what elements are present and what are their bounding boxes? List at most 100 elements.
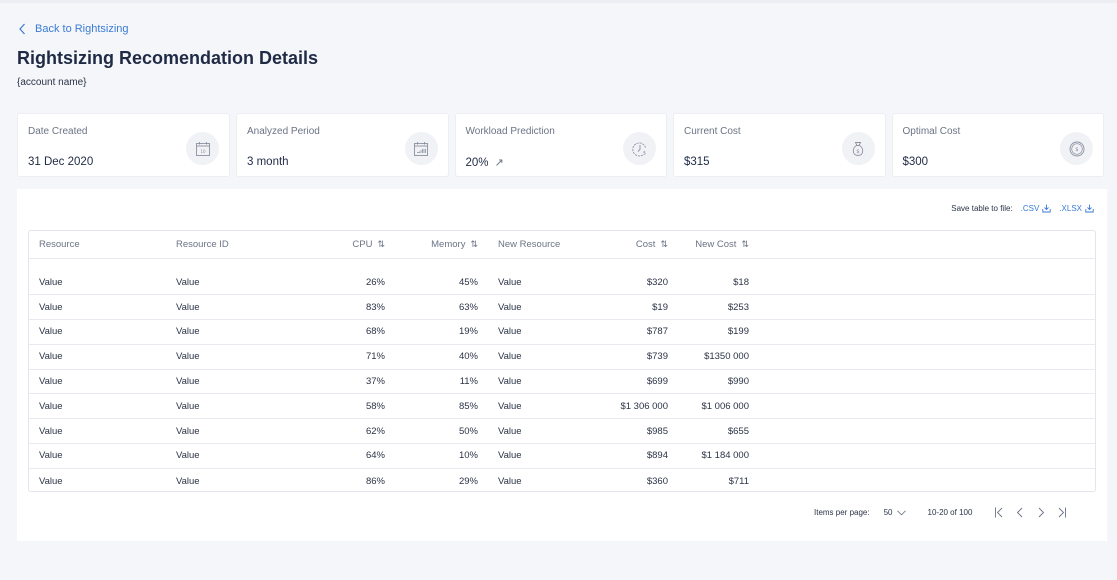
cell-new-cost: $655 — [678, 418, 759, 445]
card-value-text: 31 Dec 2020 — [28, 156, 94, 168]
card-value: $315 — [684, 156, 710, 168]
cell-new-resource: Value — [488, 270, 598, 296]
cell-resource-id: Value — [166, 344, 306, 370]
cell-new-cost: $1 184 000 — [678, 443, 759, 469]
cell-new-resource: Value — [488, 393, 598, 420]
cell-memory: 29% — [458, 475, 478, 487]
cell-cost: $320 — [598, 270, 678, 296]
items-per-page-value: 50 — [883, 508, 893, 517]
export-csv-label: .CSV — [1020, 204, 1040, 213]
card-workload-prediction: Workload Prediction 20% ↗ $ — [454, 113, 667, 177]
cell-new-resource: Value — [488, 418, 598, 445]
cell-resource-id: Value — [166, 369, 306, 395]
table-row: Value Value 64% 10% Value $894 $1 184 000 — [29, 443, 1095, 469]
column-header-cpu[interactable]: CPU ⇅ — [306, 231, 395, 259]
column-header-resource-id: Resource ID — [166, 231, 306, 259]
cell-resource: Value — [29, 344, 166, 370]
last-page-icon — [1059, 507, 1067, 518]
card-label: Current Cost — [684, 126, 741, 137]
prev-page-button[interactable] — [1015, 507, 1025, 518]
cell-resource-id: Value — [166, 294, 306, 321]
clock-dollar-icon: $ — [623, 132, 656, 165]
cell-spacer — [759, 468, 1095, 493]
cell-new-cost: $253 — [678, 294, 759, 321]
svg-text:$: $ — [642, 150, 645, 156]
card-value-text: $300 — [902, 156, 929, 168]
cell-new-cost: $990 — [678, 369, 759, 395]
cell-cpu: 71% — [306, 344, 395, 370]
column-header-cost[interactable]: Cost ⇅ — [598, 231, 678, 259]
cell-resource-id: Value — [166, 393, 306, 420]
column-header-memory[interactable]: Memory ⇅ — [395, 231, 488, 259]
cell-cost: $739 — [598, 344, 678, 370]
first-page-button[interactable] — [994, 507, 1004, 518]
chevron-down-icon — [896, 510, 906, 515]
cell-cpu: 37% — [306, 369, 395, 395]
column-header-spacer — [759, 231, 1095, 259]
cell-resource: Value — [29, 369, 166, 395]
sort-icon[interactable]: ⇅ — [660, 239, 668, 249]
cell-new-resource: Value — [488, 443, 598, 469]
cell-new-cost: $711 — [728, 475, 749, 487]
cell-cpu: 83% — [306, 294, 395, 321]
card-value-text: $315 — [684, 156, 710, 168]
column-header-new-cost[interactable]: New Cost ⇅ — [678, 231, 759, 259]
table-spacer-row — [29, 258, 1095, 270]
trend-up-icon: ↗ — [494, 157, 504, 169]
cell-resource-id: Value — [166, 319, 306, 345]
table-header-row: Resource Resource ID CPU ⇅ Memory ⇅ New Re… — [29, 231, 1095, 259]
cell-new-resource: Value — [488, 319, 598, 345]
export-csv-button[interactable]: .CSV — [1021, 204, 1052, 213]
cell-new-cost: $18 — [678, 270, 759, 296]
cell-memory: 19% — [395, 319, 488, 345]
cell-resource: Value — [39, 475, 63, 487]
cell-cpu: 86% — [365, 475, 385, 487]
cell-memory: 85% — [395, 393, 488, 420]
cell-cpu: 68% — [306, 319, 395, 345]
card-optimal-cost: Optimal Cost $300 $ — [891, 113, 1104, 177]
chevron-left-icon — [19, 23, 25, 35]
download-icon — [1042, 204, 1051, 213]
cell-new-cost: $1 006 000 — [678, 393, 759, 420]
cell-cost: $360 — [646, 475, 668, 487]
cell-memory: 45% — [395, 270, 488, 296]
cell-memory: 40% — [395, 344, 488, 370]
cell-spacer — [759, 270, 1095, 296]
sort-icon[interactable]: ⇅ — [741, 239, 749, 249]
table-row: Value Value 71% 40% Value $739 $1350 000 — [29, 344, 1095, 370]
back-link-label: Back to Rightsizing — [35, 23, 129, 35]
card-label: Analyzed Period — [247, 126, 320, 137]
cell-cpu: 58% — [306, 393, 395, 420]
column-header-resource: Resource — [29, 231, 166, 259]
cell-resource: Value — [29, 270, 166, 296]
cell-resource-id: Value — [176, 475, 200, 487]
table-row: Value Value 83% 63% Value $19 $253 — [29, 294, 1095, 321]
card-label: Workload Prediction — [465, 126, 555, 137]
svg-text:$: $ — [1075, 147, 1079, 153]
items-per-page-select[interactable]: 50 — [884, 508, 906, 517]
cell-new-resource: Value — [498, 475, 522, 487]
recommendations-table: Resource Resource ID CPU ⇅ Memory ⇅ New Re… — [28, 230, 1096, 492]
cell-resource: Value — [29, 319, 166, 345]
cell-cost: $787 — [598, 319, 678, 345]
cell-memory: 63% — [395, 294, 488, 321]
cell-cost: $1 306 000 — [598, 393, 678, 420]
cell-cpu: 64% — [306, 443, 395, 469]
table-row: Value Value 68% 19% Value $787 $199 — [29, 319, 1095, 345]
download-icon — [1085, 204, 1094, 213]
items-per-page-label: Items per page: — [814, 508, 870, 517]
cell-spacer — [759, 418, 1095, 445]
last-page-button[interactable] — [1057, 507, 1067, 518]
account-name: {account name} — [17, 77, 87, 88]
cell-cpu: 26% — [306, 270, 395, 296]
back-to-rightsizing-link[interactable]: Back to Rightsizing — [18, 23, 129, 35]
sort-icon[interactable]: ⇅ — [377, 239, 385, 249]
table-row: Value Value 58% 85% Value $1 306 000 $1 006 00… — [29, 393, 1095, 420]
card-label: Date Created — [28, 126, 88, 137]
cell-cost: $894 — [598, 443, 678, 469]
cell-new-cost: $199 — [678, 319, 759, 345]
sort-icon[interactable]: ⇅ — [470, 239, 478, 249]
next-page-button[interactable] — [1036, 507, 1046, 518]
export-xlsx-button[interactable]: .XLSX — [1059, 204, 1094, 213]
card-analyzed-period: Analyzed Period 3 month — [236, 113, 449, 177]
